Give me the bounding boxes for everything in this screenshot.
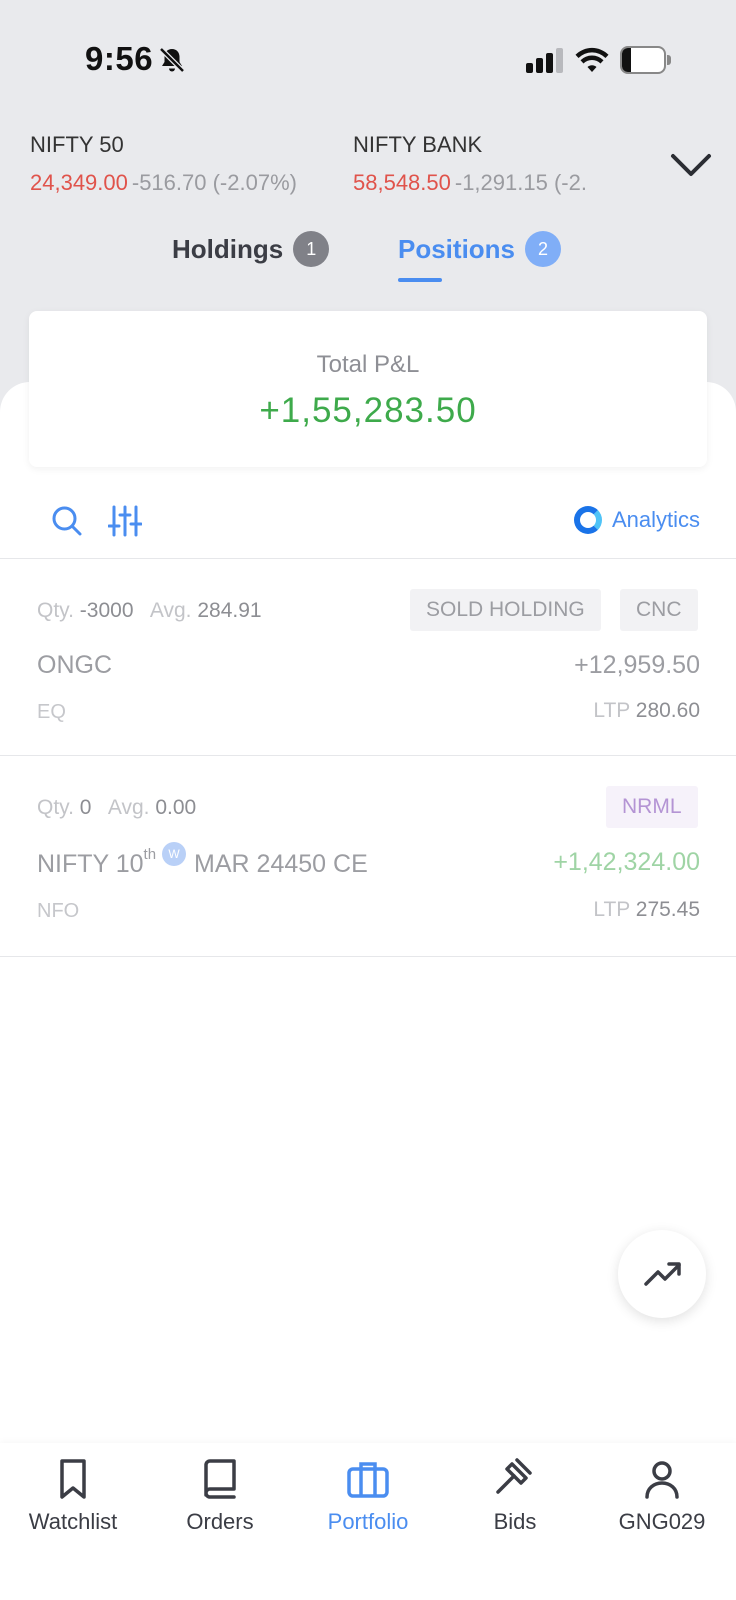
symbol-text: MAR 24450 CE	[194, 850, 368, 878]
index-change: -1,291.15 (-2.	[454, 170, 587, 195]
tab-count-badge: 2	[525, 231, 562, 267]
battery-percent: 21	[633, 51, 657, 73]
ltp-value: 275.45	[635, 898, 700, 921]
status-time: 9:56	[85, 40, 154, 77]
bell-muted-icon	[159, 47, 185, 73]
position-row[interactable]: Qty. 0 Avg. 0.00 NRML NIFTY 10th W MAR 244…	[0, 756, 736, 956]
total-pnl-value: +1,55,283.50	[259, 391, 477, 430]
avg-label: Avg.	[149, 599, 192, 622]
ltp-value: 280.60	[635, 699, 700, 722]
qty-value: -3000	[79, 599, 134, 622]
instrument-symbol: ONGC	[37, 651, 112, 679]
tab-positions[interactable]: Positions 2	[398, 228, 562, 270]
cellular-signal-icon	[526, 48, 563, 73]
nav-orders[interactable]: Orders	[160, 1457, 280, 1535]
book-icon	[204, 1459, 236, 1499]
position-row[interactable]: Qty. -3000 Avg. 284.91 SOLD HOLDING CNC …	[0, 559, 736, 755]
instrument-symbol: NIFTY 10th W MAR 24450 CE	[37, 842, 368, 879]
tab-count-badge: 1	[293, 231, 330, 267]
qty-label: Qty.	[37, 796, 74, 819]
trending-up-icon	[644, 1262, 681, 1286]
tab-label: Holdings	[172, 233, 284, 264]
index-niftybank[interactable]: NIFTY BANK 58,548.50 -1,291.15 (-2.	[353, 132, 633, 196]
nav-portfolio[interactable]: Portfolio	[308, 1457, 428, 1535]
nav-label: Orders	[186, 1509, 254, 1534]
tab-holdings[interactable]: Holdings 1	[172, 228, 330, 270]
nav-profile[interactable]: GNG029	[602, 1457, 722, 1535]
nav-label: GNG029	[618, 1509, 706, 1534]
position-pnl: +12,959.50	[574, 651, 700, 679]
gavel-icon	[496, 1458, 532, 1494]
ltp-label: LTP	[593, 699, 630, 722]
briefcase-icon	[347, 1462, 389, 1498]
wifi-icon	[575, 47, 609, 72]
sold-holding-badge: SOLD HOLDING	[410, 589, 601, 631]
bottom-nav: Watchlist Orders Portfolio Bids GNG029	[0, 1443, 736, 1600]
total-pnl-card: Total P&L +1,55,283.50	[29, 311, 707, 467]
ltp-label: LTP	[593, 898, 630, 921]
analytics-icon	[573, 506, 602, 534]
battery-indicator: 21	[620, 46, 672, 74]
chevron-down-icon[interactable]	[668, 148, 714, 180]
avg-value: 0.00	[155, 796, 197, 819]
nav-label: Watchlist	[28, 1509, 118, 1534]
search-icon[interactable]	[50, 504, 84, 538]
segment-label: EQ	[37, 701, 66, 723]
product-type-badge: NRML	[606, 786, 698, 828]
index-price: 24,349.00	[30, 170, 128, 195]
product-type-badge: CNC	[620, 589, 698, 631]
index-nifty50[interactable]: NIFTY 50 24,349.00 -516.70 (-2.07%)	[30, 132, 297, 196]
index-price: 58,548.50	[353, 170, 451, 195]
segment-label: NFO	[37, 900, 80, 922]
avg-value: 284.91	[197, 599, 262, 622]
qty-label: Qty.	[37, 599, 74, 622]
user-icon	[645, 1461, 679, 1499]
index-name: NIFTY 50	[30, 132, 124, 157]
active-tab-indicator	[398, 278, 442, 282]
position-pnl: +1,42,324.00	[553, 848, 700, 876]
nav-watchlist[interactable]: Watchlist	[13, 1457, 133, 1535]
bookmark-icon	[60, 1459, 86, 1499]
weekly-expiry-badge: W	[162, 842, 187, 866]
total-pnl-label: Total P&L	[316, 351, 420, 378]
nav-label: Portfolio	[327, 1509, 409, 1534]
symbol-text: NIFTY 10	[37, 850, 144, 878]
qty-value: 0	[79, 796, 92, 819]
tab-label: Positions	[398, 233, 516, 264]
avg-label: Avg.	[107, 796, 150, 819]
nav-label: Bids	[493, 1509, 537, 1534]
index-name: NIFTY BANK	[353, 132, 483, 157]
symbol-superscript: th	[143, 846, 157, 863]
nav-bids[interactable]: Bids	[455, 1457, 575, 1535]
filter-sliders-icon[interactable]	[108, 504, 142, 538]
divider	[0, 956, 736, 957]
analytics-button[interactable]: Analytics	[573, 504, 700, 536]
analytics-label: Analytics	[611, 507, 700, 532]
trend-fab-button[interactable]	[618, 1230, 706, 1318]
index-change: -516.70 (-2.07%)	[131, 170, 297, 195]
